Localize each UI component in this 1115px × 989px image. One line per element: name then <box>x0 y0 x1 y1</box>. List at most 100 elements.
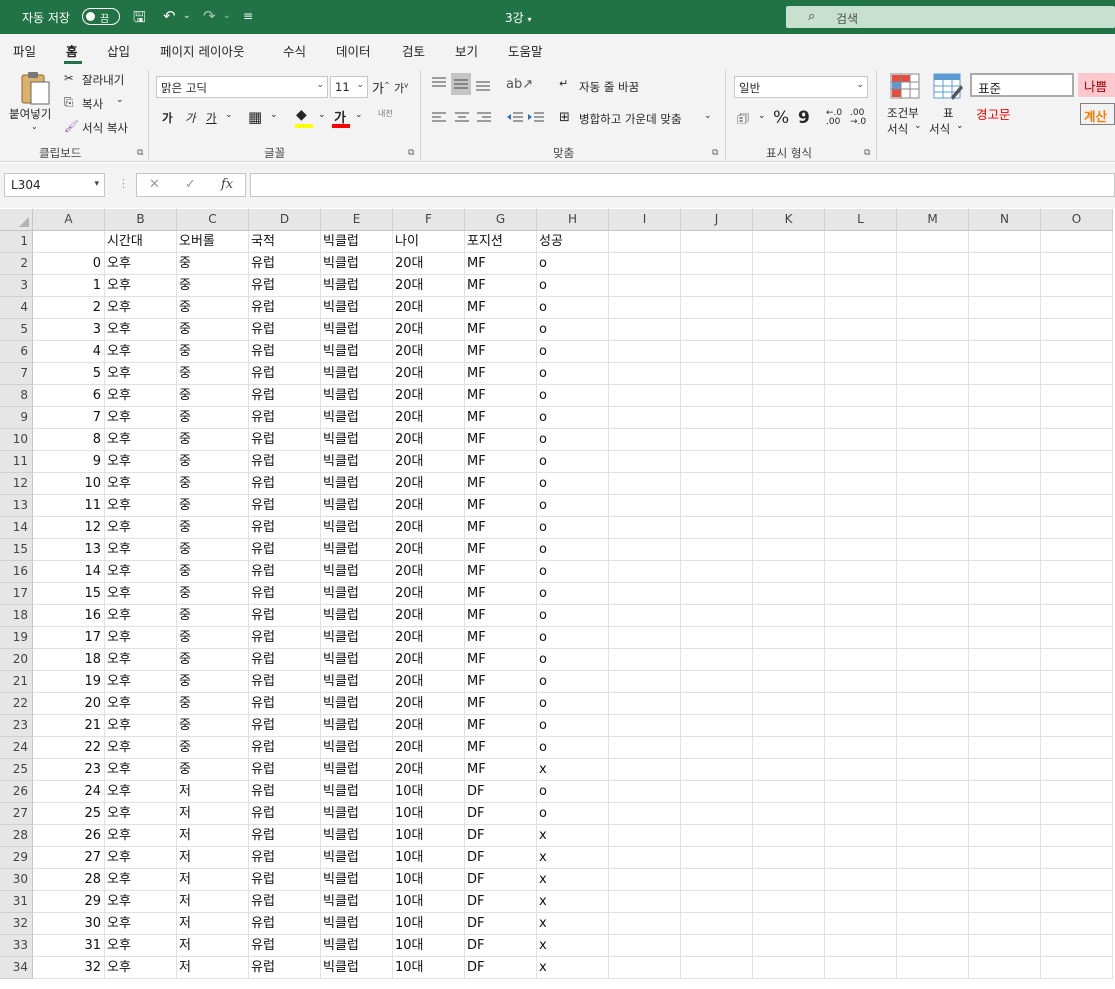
merge-dropdown-icon[interactable]: ⌄ <box>704 111 712 121</box>
table-cell[interactable]: 20 <box>33 693 105 715</box>
table-cell[interactable] <box>753 759 825 781</box>
table-cell[interactable]: x <box>537 891 609 913</box>
table-cell[interactable]: 빅클럽 <box>321 935 393 957</box>
table-cell[interactable]: 빅클럽 <box>321 473 393 495</box>
tab-view[interactable]: 보기 <box>455 41 478 60</box>
comma-button[interactable]: 9 <box>798 108 810 128</box>
table-cell[interactable]: 오후 <box>105 583 177 605</box>
row-header[interactable]: 32 <box>0 913 33 935</box>
table-cell[interactable] <box>681 385 753 407</box>
header-cell[interactable]: 빅클럽 <box>321 231 393 253</box>
table-cell[interactable]: 27 <box>33 847 105 869</box>
header-cell[interactable] <box>969 231 1041 253</box>
table-cell[interactable]: 유럽 <box>249 649 321 671</box>
table-cell[interactable]: 중 <box>177 385 249 407</box>
table-cell[interactable] <box>753 341 825 363</box>
table-cell[interactable] <box>681 759 753 781</box>
table-cell[interactable] <box>1041 605 1113 627</box>
table-cell[interactable] <box>753 825 825 847</box>
table-cell[interactable]: 유럽 <box>249 473 321 495</box>
table-cell[interactable]: 10대 <box>393 957 465 979</box>
row-header[interactable]: 30 <box>0 869 33 891</box>
table-cell[interactable]: 중 <box>177 363 249 385</box>
table-cell[interactable]: 오후 <box>105 935 177 957</box>
column-header-g[interactable]: G <box>465 209 537 231</box>
table-cell[interactable] <box>1041 913 1113 935</box>
table-cell[interactable]: 14 <box>33 561 105 583</box>
table-cell[interactable]: 유럽 <box>249 671 321 693</box>
table-cell[interactable]: MF <box>465 759 537 781</box>
header-cell[interactable]: 오버롤 <box>177 231 249 253</box>
table-cell[interactable] <box>897 715 969 737</box>
table-cell[interactable]: 유럽 <box>249 627 321 649</box>
table-dropdown-icon[interactable]: ⌄ <box>956 121 964 131</box>
table-cell[interactable]: o <box>537 319 609 341</box>
table-cell[interactable] <box>681 935 753 957</box>
table-cell[interactable]: 22 <box>33 737 105 759</box>
table-cell[interactable]: DF <box>465 891 537 913</box>
table-cell[interactable]: 저 <box>177 869 249 891</box>
underline-dropdown-icon[interactable]: ⌄ <box>225 110 233 120</box>
table-cell[interactable]: 오후 <box>105 737 177 759</box>
column-header-b[interactable]: B <box>105 209 177 231</box>
table-cell[interactable]: MF <box>465 671 537 693</box>
table-cell[interactable] <box>753 605 825 627</box>
accounting-dropdown-icon[interactable]: ⌄ <box>758 111 766 121</box>
table-cell[interactable]: 중 <box>177 715 249 737</box>
table-cell[interactable]: DF <box>465 803 537 825</box>
table-cell[interactable] <box>681 341 753 363</box>
table-cell[interactable]: 중 <box>177 649 249 671</box>
header-cell[interactable]: 국적 <box>249 231 321 253</box>
table-cell[interactable]: 오후 <box>105 253 177 275</box>
table-cell[interactable] <box>681 297 753 319</box>
table-cell[interactable]: MF <box>465 319 537 341</box>
table-cell[interactable] <box>753 473 825 495</box>
table-cell[interactable] <box>681 781 753 803</box>
table-cell[interactable]: 21 <box>33 715 105 737</box>
table-cell[interactable] <box>825 913 897 935</box>
table-cell[interactable] <box>969 891 1041 913</box>
row-header[interactable]: 26 <box>0 781 33 803</box>
table-cell[interactable]: 중 <box>177 495 249 517</box>
table-cell[interactable] <box>753 847 825 869</box>
italic-button[interactable]: 가 <box>185 110 196 126</box>
table-cell[interactable]: 20대 <box>393 583 465 605</box>
row-header[interactable]: 16 <box>0 561 33 583</box>
table-cell[interactable] <box>825 517 897 539</box>
table-cell[interactable]: x <box>537 825 609 847</box>
font-size-combo[interactable]: 11 ⌄ <box>330 76 368 98</box>
table-cell[interactable]: 5 <box>33 363 105 385</box>
table-cell[interactable]: 20대 <box>393 671 465 693</box>
table-cell[interactable]: 8 <box>33 429 105 451</box>
table-cell[interactable]: 오후 <box>105 385 177 407</box>
table-cell[interactable]: 6 <box>33 385 105 407</box>
font-launcher-icon[interactable]: ⧉ <box>408 148 414 158</box>
column-header-o[interactable]: O <box>1041 209 1113 231</box>
table-cell[interactable] <box>825 341 897 363</box>
table-cell[interactable] <box>969 913 1041 935</box>
table-cell[interactable]: 오후 <box>105 803 177 825</box>
table-cell[interactable]: o <box>537 275 609 297</box>
table-cell[interactable] <box>969 825 1041 847</box>
table-cell[interactable] <box>681 253 753 275</box>
row-header[interactable]: 24 <box>0 737 33 759</box>
table-cell[interactable]: MF <box>465 297 537 319</box>
table-cell[interactable]: o <box>537 407 609 429</box>
table-cell[interactable]: 중 <box>177 275 249 297</box>
table-cell[interactable] <box>681 473 753 495</box>
table-cell[interactable]: 유럽 <box>249 297 321 319</box>
table-cell[interactable] <box>1041 825 1113 847</box>
row-header[interactable]: 31 <box>0 891 33 913</box>
header-cell[interactable] <box>1041 231 1113 253</box>
header-cell[interactable]: 포지션 <box>465 231 537 253</box>
table-cell[interactable]: 오후 <box>105 847 177 869</box>
table-cell[interactable] <box>1041 649 1113 671</box>
enter-icon[interactable]: ✓ <box>185 177 196 192</box>
header-cell[interactable]: 나이 <box>393 231 465 253</box>
conditional-format-button[interactable]: 조건부 <box>887 105 919 121</box>
table-cell[interactable]: DF <box>465 847 537 869</box>
bold-button[interactable]: 가 <box>162 110 173 126</box>
table-cell[interactable] <box>897 781 969 803</box>
table-cell[interactable] <box>609 539 681 561</box>
table-cell[interactable]: 20대 <box>393 297 465 319</box>
